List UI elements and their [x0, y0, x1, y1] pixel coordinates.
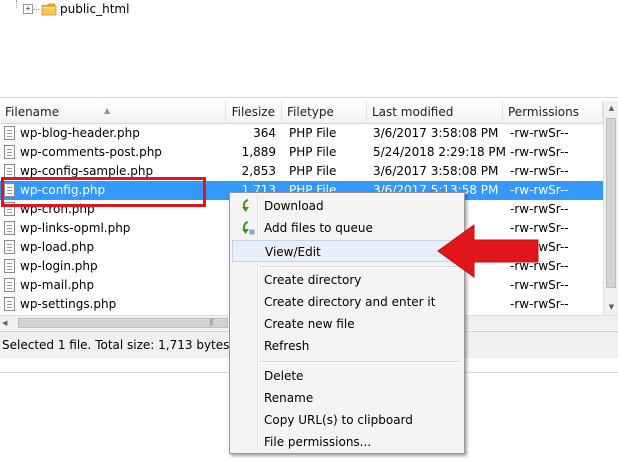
- tree-connector: [33, 9, 39, 10]
- menu-separator: [260, 266, 460, 268]
- column-header-permissions[interactable]: Permissions: [503, 101, 603, 123]
- menu-item-file-permissions[interactable]: File permissions...: [232, 431, 462, 453]
- file-name: wp-login.php: [20, 259, 98, 273]
- file-permissions: -rw-rwSr--: [510, 126, 569, 140]
- annotation-highlight-box: [1, 177, 206, 207]
- php-file-icon: [4, 278, 15, 292]
- menu-label: Download: [264, 199, 324, 213]
- file-name: wp-comments-post.php: [20, 145, 162, 159]
- menu-label: Copy URL(s) to clipboard: [264, 413, 413, 427]
- column-header-filesize[interactable]: Filesize: [226, 101, 282, 123]
- php-file-icon: [4, 259, 15, 273]
- menu-label: Delete: [264, 369, 304, 383]
- menu-label: Rename: [264, 391, 314, 405]
- menu-label: File permissions...: [264, 435, 372, 449]
- vertical-scroll-thumb[interactable]: [606, 118, 616, 288]
- file-name: wp-settings.php: [20, 297, 117, 311]
- file-permissions: -rw-rwSr--: [510, 164, 569, 178]
- tree-guide-line: [16, 0, 18, 8]
- file-size: 1,889: [241, 145, 276, 159]
- file-permissions: -rw-rwSr--: [510, 297, 569, 311]
- menu-separator: [260, 361, 460, 363]
- file-type: PHP File: [289, 164, 337, 178]
- menu-item-delete[interactable]: Delete: [232, 365, 462, 387]
- scroll-left-icon[interactable]: ◀: [2, 316, 7, 330]
- annotation-arrow-icon: [437, 224, 539, 278]
- file-name: wp-mail.php: [20, 278, 95, 292]
- php-file-icon: [4, 126, 15, 140]
- file-size: 364: [253, 126, 276, 140]
- php-file-icon: [4, 240, 15, 254]
- menu-item-add-to-queue[interactable]: Add files to queue: [232, 217, 462, 239]
- queue-arrow-icon: [242, 221, 255, 235]
- menu-item-copy-url[interactable]: Copy URL(s) to clipboard: [232, 409, 462, 431]
- php-file-icon: [4, 297, 15, 311]
- status-text: Selected 1 file. Total size: 1,713 bytes: [2, 338, 230, 352]
- menu-label: Add files to queue: [264, 221, 373, 235]
- column-header-filetype[interactable]: Filetype: [282, 101, 367, 123]
- file-name: wp-blog-header.php: [20, 126, 140, 140]
- horizontal-scroll-thumb[interactable]: [18, 318, 228, 328]
- column-header-filename[interactable]: ▲ Filename: [0, 101, 226, 123]
- menu-item-download[interactable]: Download: [232, 195, 462, 217]
- php-file-icon: [4, 221, 15, 235]
- folder-icon: [41, 3, 57, 16]
- scroll-up-icon[interactable]: ▲: [604, 101, 618, 116]
- file-permissions: -rw-rwSr--: [510, 183, 569, 197]
- menu-item-create-new-file[interactable]: Create new file: [232, 313, 462, 335]
- file-row[interactable]: wp-blog-header.php 364 PHP File 3/6/2017…: [0, 124, 603, 143]
- menu-label: View/Edit: [265, 245, 321, 259]
- remote-directory-tree: + public_html: [0, 0, 618, 97]
- file-type: PHP File: [289, 145, 337, 159]
- file-list-header: ▲ Filename Filesize Filetype Last modifi…: [0, 101, 603, 124]
- file-type: PHP File: [289, 126, 337, 140]
- php-file-icon: [4, 145, 15, 159]
- file-modified: 3/6/2017 3:58:08 PM: [373, 164, 499, 178]
- menu-label: Refresh: [264, 339, 310, 353]
- column-header-filename-label: Filename: [5, 105, 60, 119]
- file-name: wp-load.php: [20, 240, 95, 254]
- file-permissions: -rw-rwSr--: [510, 145, 569, 159]
- tree-item-public-html[interactable]: public_html: [60, 2, 129, 16]
- tree-expand-toggle[interactable]: +: [23, 4, 33, 14]
- menu-item-view-edit[interactable]: View/Edit: [232, 240, 462, 262]
- file-name: wp-links-opml.php: [20, 221, 131, 235]
- menu-label: Create new file: [264, 317, 355, 331]
- menu-label: Create directory: [264, 273, 362, 287]
- file-row[interactable]: wp-comments-post.php 1,889 PHP File 5/24…: [0, 143, 603, 162]
- download-arrow-icon: [242, 199, 249, 212]
- scroll-grip-icon: |||: [209, 318, 214, 326]
- file-permissions: -rw-rwSr--: [510, 202, 569, 216]
- menu-item-create-directory[interactable]: Create directory: [232, 269, 462, 291]
- file-size: 2,853: [241, 164, 276, 178]
- php-file-icon: [4, 164, 15, 178]
- menu-item-refresh[interactable]: Refresh: [232, 335, 462, 357]
- vertical-scrollbar[interactable]: ▲ ▼: [603, 101, 618, 315]
- sort-ascending-icon: ▲: [104, 106, 111, 115]
- file-modified: 5/24/2018 2:29:18 PM: [373, 145, 507, 159]
- menu-item-rename[interactable]: Rename: [232, 387, 462, 409]
- column-header-last-modified[interactable]: Last modified: [367, 101, 503, 123]
- menu-item-create-directory-enter[interactable]: Create directory and enter it: [232, 291, 462, 313]
- scroll-down-icon[interactable]: ▼: [604, 300, 618, 315]
- context-menu: Download Add files to queue View/Edit Cr…: [229, 192, 465, 454]
- file-modified: 3/6/2017 3:58:08 PM: [373, 126, 499, 140]
- menu-label: Create directory and enter it: [264, 295, 436, 309]
